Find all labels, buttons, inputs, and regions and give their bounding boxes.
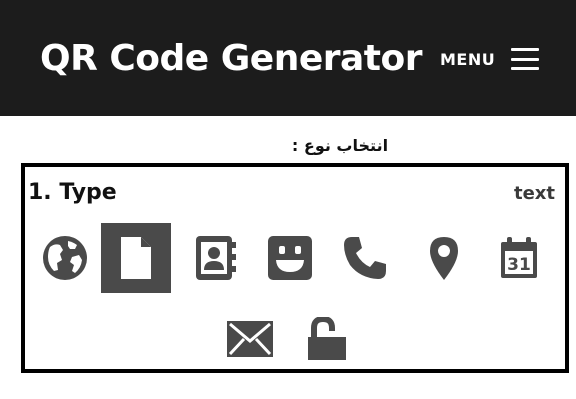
type-button-phone[interactable] [330,223,400,293]
type-button-contact[interactable] [180,223,250,293]
menu-button[interactable]: MENU [440,40,540,78]
globe-icon [43,236,87,280]
type-button-event[interactable]: 31 [484,223,554,293]
app-title: QR Code Generator [40,38,422,79]
type-button-text[interactable] [101,223,171,293]
envelope-icon [227,321,273,357]
app-header: QR Code Generator MENU [0,0,576,116]
calendar-day-label: 31 [507,255,531,275]
type-button-email[interactable] [215,304,285,374]
document-icon [121,237,151,279]
phone-icon [344,237,386,279]
type-selector-panel: 1. Type text 31 [21,163,569,373]
type-button-sms[interactable] [255,223,325,293]
type-button-wifi[interactable] [292,304,362,374]
type-button-location[interactable] [409,223,479,293]
contact-card-icon [196,236,236,280]
hamburger-icon [511,48,540,70]
section-title: 1. Type [28,180,117,205]
menu-label: MENU [440,49,496,69]
unlock-icon [308,317,346,360]
smiley-icon [268,236,312,280]
select-type-label: انتخاب نوع : [291,136,389,155]
calendar-icon: 31 [501,237,537,278]
type-button-url[interactable] [30,223,100,293]
map-pin-icon [430,237,458,280]
selected-type-indicator: text [513,183,555,204]
